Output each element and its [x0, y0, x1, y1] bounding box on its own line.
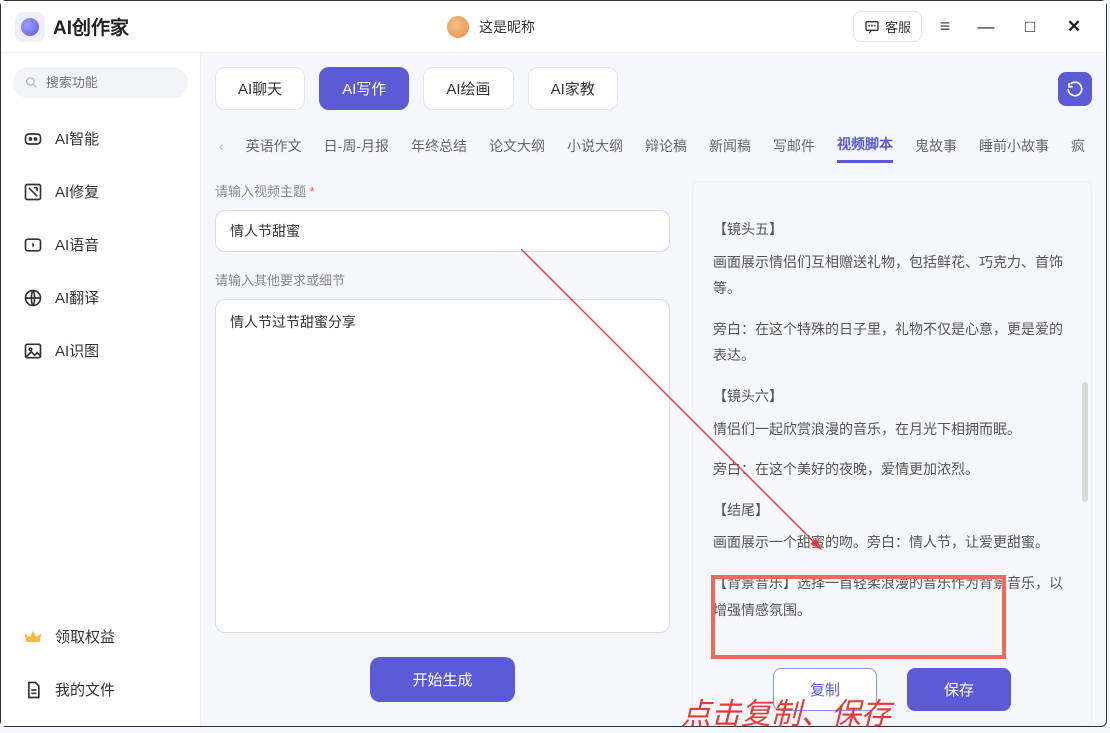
minimize-button[interactable]: — [968, 9, 1004, 45]
output-seg5-body: 画面展示情侣们互相赠送礼物，包括鲜花、巧克力、首饰等。 [713, 249, 1071, 302]
sidebar-item-ai-translate[interactable]: AI翻译 [13, 275, 188, 320]
tabs-scroll-left[interactable]: ‹ [219, 138, 224, 154]
subtab-paper-outline[interactable]: 论文大纲 [489, 130, 545, 162]
subtab-email[interactable]: 写邮件 [773, 130, 815, 162]
output-seg5-head: 【镜头五】 [713, 216, 1071, 243]
image-icon [23, 341, 43, 361]
titlebar: AI创作家 这是昵称 客服 ≡ — □ ✕ [1, 1, 1106, 53]
menu-button[interactable]: ≡ [930, 12, 960, 42]
detail-label: 请输入其他要求或细节 [215, 270, 670, 289]
nickname: 这是昵称 [479, 17, 535, 37]
subtab-reports[interactable]: 日-周-月报 [324, 130, 389, 162]
sidebar-item-ai-smart[interactable]: AI智能 [13, 116, 188, 161]
output-end-head: 【结尾】 [713, 497, 1071, 524]
copy-button[interactable]: 复制 [773, 668, 877, 711]
sidebar-item-ai-voice[interactable]: AI语音 [13, 222, 188, 267]
menu-icon: ≡ [940, 16, 951, 37]
tab-ai-drawing[interactable]: AI绘画 [423, 67, 513, 110]
sidebar-item-benefits[interactable]: 领取权益 [13, 614, 188, 659]
sidebar-item-files[interactable]: 我的文件 [13, 667, 188, 712]
maximize-button[interactable]: □ [1012, 9, 1048, 45]
topic-label: 请输入视频主题 * [215, 181, 670, 200]
history-icon [1066, 80, 1084, 98]
file-icon [23, 680, 43, 700]
search-icon [25, 75, 38, 90]
translate-icon [23, 288, 43, 308]
tab-ai-writing[interactable]: AI写作 [319, 67, 409, 110]
repair-icon [23, 182, 43, 202]
primary-tabs: AI聊天 AI写作 AI绘画 AI家教 [215, 67, 1092, 110]
output-column: 【镜头五】 画面展示情侣们互相赠送礼物，包括鲜花、巧克力、首饰等。 旁白：在这个… [692, 181, 1092, 726]
subtab-english-essay[interactable]: 英语作文 [246, 130, 302, 162]
main-content: AI聊天 AI写作 AI绘画 AI家教 ‹ 英语作文 日-周-月报 年终总结 论… [201, 53, 1106, 726]
output-seg6-narr: 旁白：在这个美好的夜晚，爱情更加浓烈。 [713, 456, 1071, 483]
crown-icon [23, 627, 43, 647]
tab-ai-tutor[interactable]: AI家教 [528, 67, 618, 110]
search-input[interactable] [46, 75, 176, 90]
chat-icon [864, 19, 880, 35]
avatar[interactable] [447, 16, 469, 38]
sidebar-item-label: AI智能 [55, 128, 99, 149]
subtab-video-script[interactable]: 视频脚本 [837, 128, 893, 163]
subtab-novel-outline[interactable]: 小说大纲 [567, 130, 623, 162]
sidebar-item-ai-image[interactable]: AI识图 [13, 328, 188, 373]
app-title: AI创作家 [53, 13, 129, 40]
app-logo [15, 12, 45, 42]
detail-textarea[interactable] [215, 299, 670, 633]
sidebar-item-label: AI翻译 [55, 287, 99, 308]
sidebar-item-label: 我的文件 [55, 679, 115, 700]
output-seg6-head: 【镜头六】 [713, 383, 1071, 410]
sidebar-item-ai-fix[interactable]: AI修复 [13, 169, 188, 214]
tab-ai-chat[interactable]: AI聊天 [215, 67, 305, 110]
input-column: 请输入视频主题 * 请输入其他要求或细节 开始生成 [215, 181, 670, 726]
topic-input[interactable] [215, 210, 670, 252]
sidebar-item-label: AI修复 [55, 181, 99, 202]
subtab-year-summary[interactable]: 年终总结 [411, 130, 467, 162]
output-bgm: 【背景音乐】选择一首轻柔浪漫的音乐作为背景音乐，以增强情感氛围。 [713, 570, 1071, 623]
generate-button[interactable]: 开始生成 [370, 657, 514, 702]
customer-service-button[interactable]: 客服 [853, 11, 922, 42]
history-button[interactable] [1058, 72, 1092, 106]
sidebar-item-label: 领取权益 [55, 626, 115, 647]
voice-icon [23, 235, 43, 255]
scrollbar-thumb[interactable] [1082, 382, 1088, 502]
output-seg6-body: 情侣们一起欣赏浪漫的音乐，在月光下相拥而眠。 [713, 416, 1071, 443]
subtab-bedtime-story[interactable]: 睡前小故事 [979, 130, 1049, 162]
save-button[interactable]: 保存 [907, 668, 1011, 711]
sidebar: AI智能 AI修复 AI语音 AI翻译 AI识图 [1, 53, 201, 726]
subtab-ghost-story[interactable]: 鬼故事 [915, 130, 957, 162]
sidebar-item-label: AI识图 [55, 340, 99, 361]
video-icon [23, 129, 43, 149]
output-text[interactable]: 【镜头五】 画面展示情侣们互相赠送礼物，包括鲜花、巧克力、首饰等。 旁白：在这个… [709, 182, 1075, 654]
close-button[interactable]: ✕ [1056, 9, 1092, 45]
subtab-more[interactable]: 疯 [1071, 130, 1085, 162]
search-box[interactable] [13, 67, 188, 98]
secondary-tabs: ‹ 英语作文 日-周-月报 年终总结 论文大纲 小说大纲 辩论稿 新闻稿 写邮件… [215, 128, 1092, 163]
subtab-news[interactable]: 新闻稿 [709, 130, 751, 162]
sidebar-item-label: AI语音 [55, 234, 99, 255]
subtab-debate[interactable]: 辩论稿 [645, 130, 687, 162]
output-end-body: 画面展示一个甜蜜的吻。旁白：情人节，让爱更甜蜜。 [713, 529, 1071, 556]
output-seg5-narr: 旁白：在这个特殊的日子里，礼物不仅是心意，更是爱的表达。 [713, 316, 1071, 369]
customer-service-label: 客服 [885, 17, 911, 36]
